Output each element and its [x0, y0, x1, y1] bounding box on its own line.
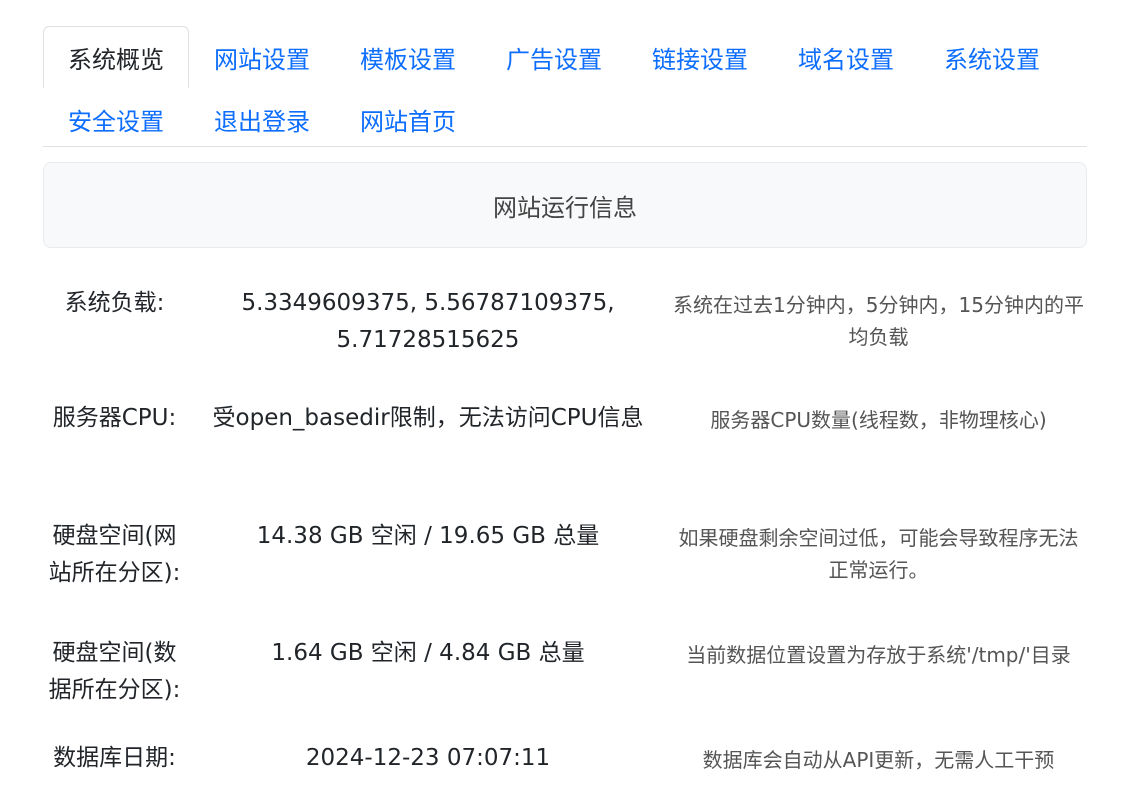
info-row-db-date: 数据库日期: 2024-12-23 07:07:11 数据库会自动从API更新，… [43, 740, 1087, 777]
row-value: 受open_basedir限制，无法访问CPU信息 [212, 405, 644, 431]
tab-system-overview[interactable]: 系统概览 [43, 26, 189, 88]
row-value: 14.38 GB 空闲 / 19.65 GB 总量 [256, 523, 600, 549]
row-description: 服务器CPU数量(线程数，非物理核心) [710, 408, 1047, 432]
row-description: 当前数据位置设置为存放于系统'/tmp/'目录 [686, 643, 1071, 667]
tab-domain-settings[interactable]: 域名设置 [773, 26, 919, 88]
row-value: 1.64 GB 空闲 / 4.84 GB 总量 [271, 640, 585, 666]
tab-security-settings[interactable]: 安全设置 [43, 88, 189, 150]
info-section-title: 网站运行信息 [43, 162, 1087, 248]
info-row-disk-site: 硬盘空间(网站所在分区): 14.38 GB 空闲 / 19.65 GB 总量 … [43, 518, 1087, 592]
row-label: 数据库日期: [53, 745, 176, 771]
row-label: 硬盘空间(数据所在分区): [48, 640, 181, 703]
nav-tabs: 系统概览 网站设置 模板设置 广告设置 链接设置 域名设置 系统设置 安全设置 … [43, 26, 1087, 147]
admin-panel: 系统概览 网站设置 模板设置 广告设置 链接设置 域名设置 系统设置 安全设置 … [43, 26, 1087, 772]
info-row-server-cpu: 服务器CPU: 受open_basedir限制，无法访问CPU信息 服务器CPU… [43, 400, 1087, 437]
tab-ad-settings[interactable]: 广告设置 [481, 26, 627, 88]
row-label: 服务器CPU: [52, 405, 177, 431]
row-description: 如果硬盘剩余空间过低，可能会导致程序无法正常运行。 [678, 526, 1079, 582]
info-row-system-load: 系统负载: 5.3349609375, 5.56787109375, 5.717… [43, 285, 1087, 359]
tab-link-settings[interactable]: 链接设置 [627, 26, 773, 88]
row-value: 2024-12-23 07:07:11 [305, 745, 551, 771]
info-row-disk-data: 硬盘空间(数据所在分区): 1.64 GB 空闲 / 4.84 GB 总量 当前… [43, 635, 1087, 709]
row-label: 硬盘空间(网站所在分区): [48, 523, 181, 586]
row-description: 数据库会自动从API更新，无需人工干预 [702, 748, 1055, 772]
tab-logout[interactable]: 退出登录 [189, 88, 335, 150]
tab-system-settings[interactable]: 系统设置 [919, 26, 1065, 88]
row-description: 系统在过去1分钟内，5分钟内，15分钟内的平均负载 [673, 293, 1084, 349]
row-label: 系统负载: [64, 290, 165, 316]
tab-site-home[interactable]: 网站首页 [335, 88, 481, 150]
tab-site-settings[interactable]: 网站设置 [189, 26, 335, 88]
tab-template-settings[interactable]: 模板设置 [335, 26, 481, 88]
row-value: 5.3349609375, 5.56787109375, 5.717285156… [241, 290, 615, 353]
